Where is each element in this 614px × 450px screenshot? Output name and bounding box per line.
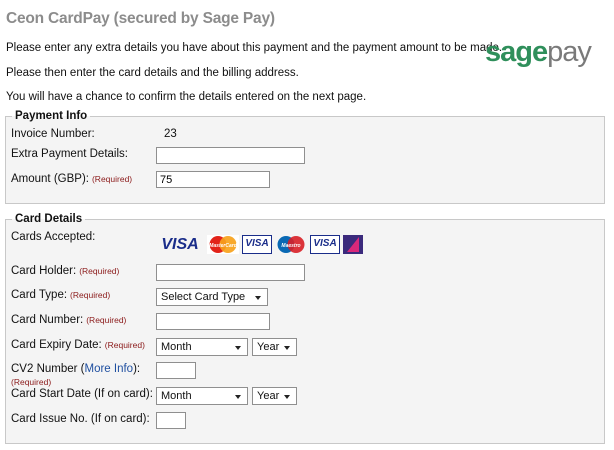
required-indicator: (Required) — [86, 315, 127, 325]
start-month-select[interactable]: Month — [156, 387, 248, 405]
extra-payment-details-label: Extra Payment Details: — [11, 148, 128, 160]
extra-payment-details-input[interactable] — [156, 147, 305, 164]
expiry-month-select[interactable]: Month — [156, 338, 248, 356]
card-details-legend: Card Details — [15, 213, 83, 225]
card-issue-number-label: Card Issue No. (If on card): — [11, 413, 150, 425]
card-type-select[interactable]: Select Card Type — [156, 288, 268, 306]
payment-info-section: Payment Info Invoice Number: 23 Extra Pa… — [5, 110, 605, 204]
card-start-date-label: Card Start Date (If on card): — [11, 388, 153, 400]
chevron-down-icon — [235, 395, 241, 399]
delta-logo-icon: Delta — [343, 235, 363, 254]
required-indicator: (Required) — [70, 290, 111, 300]
card-expiry-date-label: Card Expiry Date: (Required) — [11, 339, 145, 351]
card-number-label: Card Number: (Required) — [11, 314, 127, 326]
intro-text-1: Please enter any extra details you have … — [6, 42, 503, 54]
payment-info-legend: Payment Info — [15, 110, 88, 122]
amount-input[interactable] — [156, 171, 270, 188]
mastercard-logo-icon: MasterCard — [207, 235, 239, 254]
required-indicator: (Required) — [91, 174, 133, 184]
chevron-down-icon — [235, 346, 241, 350]
required-indicator: (Required) — [79, 266, 120, 276]
cards-accepted-label: Cards Accepted: — [11, 231, 96, 243]
chevron-down-icon — [284, 395, 290, 399]
card-issue-number-input[interactable] — [156, 412, 186, 429]
visa-electron-logo-icon: VISA — [310, 235, 340, 254]
page-title: Ceon CardPay (secured by Sage Pay) — [6, 10, 275, 27]
card-number-input[interactable] — [156, 313, 270, 330]
cv2-number-input[interactable] — [156, 362, 196, 379]
invoice-number-value: 23 — [164, 128, 177, 140]
cv2-number-label: CV2 Number (More Info): — [11, 363, 141, 375]
expiry-year-select[interactable]: Year — [252, 338, 297, 356]
chevron-down-icon — [284, 346, 290, 350]
more-info-link[interactable]: More Info — [85, 363, 134, 375]
intro-text-2: Please then enter the card details and t… — [6, 67, 299, 79]
card-holder-input[interactable] — [156, 264, 305, 281]
card-details-section: Card Details Cards Accepted: VISA Master… — [5, 213, 605, 444]
visa-logo-icon: VISA — [161, 236, 199, 253]
start-year-select[interactable]: Year — [252, 387, 297, 405]
maestro-logo-icon: Maestro — [275, 235, 307, 254]
amount-label: Amount (GBP): (Required) — [11, 173, 133, 185]
cv2-required-indicator: (Required) — [11, 377, 52, 387]
intro-text-3: You will have a chance to confirm the de… — [6, 91, 367, 103]
sagepay-logo: sagepay — [485, 36, 592, 68]
visa-debit-logo-icon: VISA — [242, 235, 272, 254]
card-holder-label: Card Holder: (Required) — [11, 265, 120, 277]
card-type-label: Card Type: (Required) — [11, 289, 111, 301]
invoice-number-label: Invoice Number: — [11, 128, 95, 140]
required-indicator: (Required) — [104, 340, 145, 350]
chevron-down-icon — [255, 296, 261, 300]
